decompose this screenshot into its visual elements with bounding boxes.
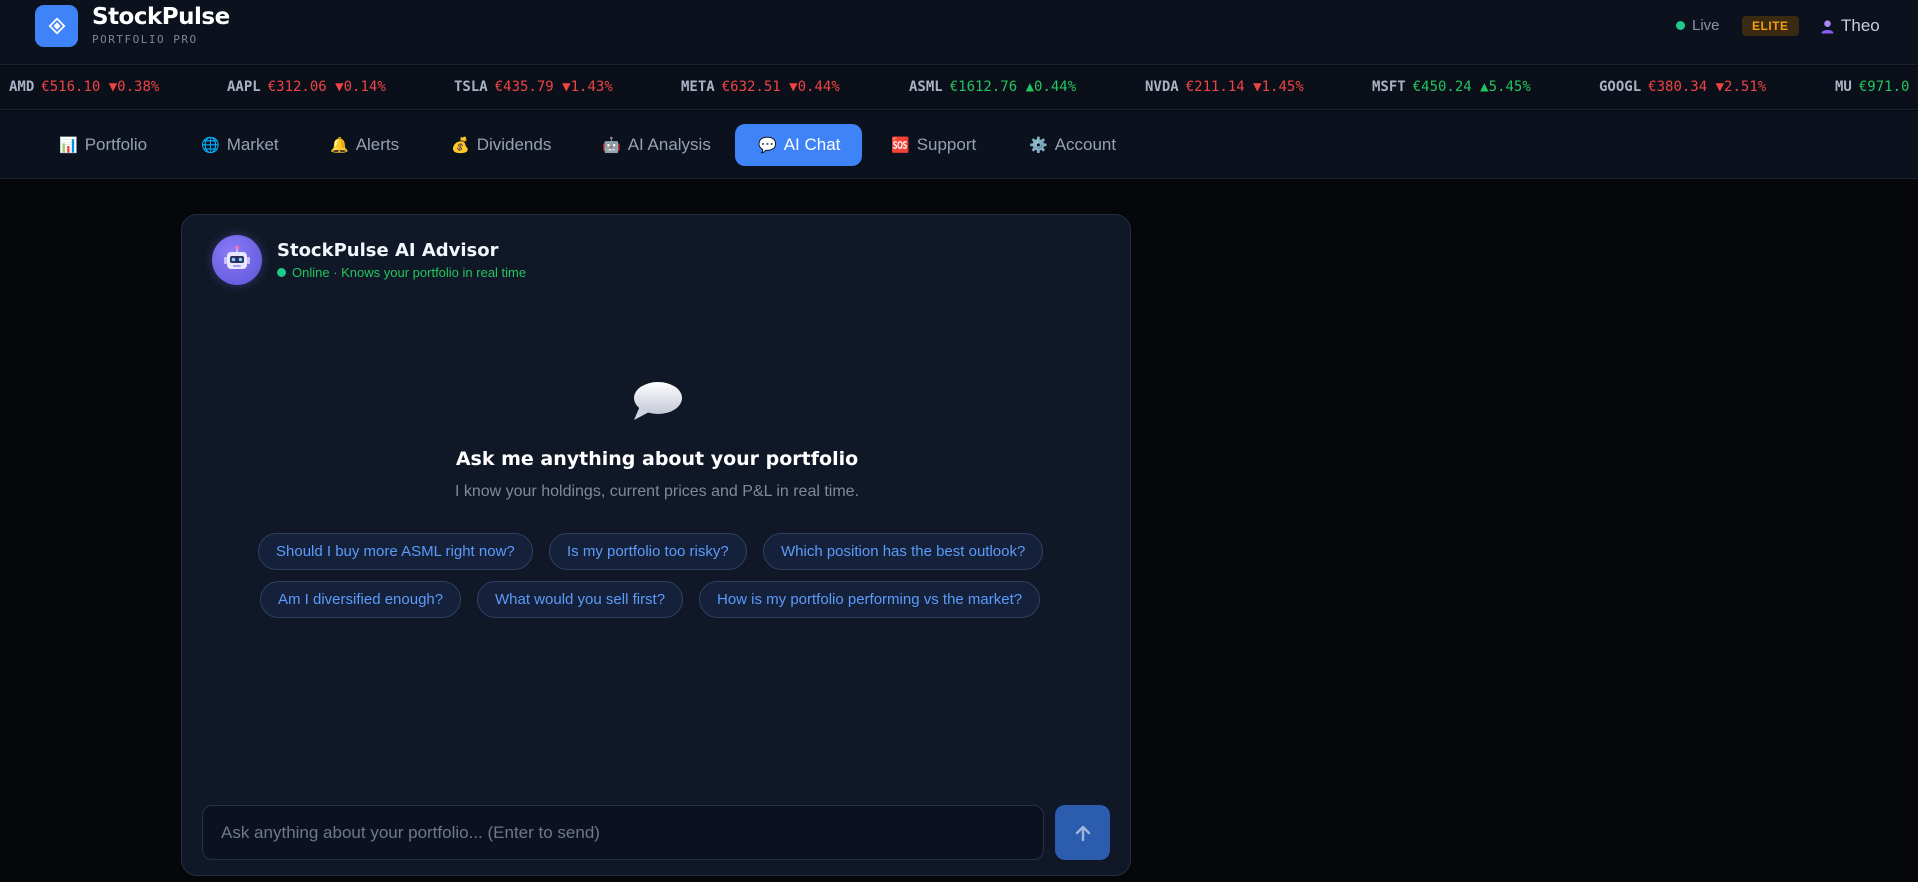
tab-label: Market — [226, 135, 279, 154]
bell-icon: 🔔 — [330, 137, 349, 154]
ticker-change: ▼0.14% — [335, 79, 386, 95]
chat-bubble-icon: 💬 — [758, 137, 777, 154]
live-dot-icon — [1676, 21, 1685, 30]
ticker-price: €211.14 — [1185, 79, 1245, 95]
empty-state-title: Ask me anything about your portfolio — [455, 448, 859, 470]
speech-bubble-icon — [634, 382, 682, 420]
tab-alerts[interactable]: 🔔 Alerts — [318, 124, 411, 166]
ticker-symbol: AMD — [9, 79, 35, 95]
ticker-price: €312.06 — [267, 79, 327, 95]
suggestion-chip[interactable]: Am I diversified enough? — [260, 581, 462, 618]
tab-support[interactable]: 🆘 Support — [879, 124, 988, 166]
ticker-symbol: MU — [1835, 79, 1852, 95]
ticker-price: €971.0 — [1858, 79, 1910, 95]
ticker-item[interactable]: AMD €516.10 ▼0.38% — [9, 79, 159, 95]
ticker-price: €380.34 — [1648, 79, 1708, 95]
tab-label: Portfolio — [84, 135, 148, 154]
ticker-change: ▼0.38% — [108, 79, 160, 95]
sos-icon: 🆘 — [891, 137, 910, 154]
ticker-change: ▼1.45% — [1253, 79, 1304, 95]
globe-icon: 🌐 — [201, 137, 220, 154]
advisor-status-text: Online · Knows your portfolio in real ti… — [292, 265, 527, 280]
bar-chart-icon: 📊 — [59, 137, 78, 154]
ticker-item[interactable]: ASML €1612.76 ▲0.44% — [909, 79, 1076, 95]
ticker-change: ▲0.44% — [1025, 79, 1077, 95]
tab-account[interactable]: ⚙️ Account — [1017, 124, 1128, 166]
brand-logo[interactable] — [35, 5, 78, 47]
ticker-price: €516.10 — [41, 79, 101, 95]
ticker-symbol: AAPL — [227, 79, 261, 95]
ticker-change: ▼2.51% — [1715, 79, 1767, 95]
tab-label: Dividends — [476, 135, 552, 154]
live-status: Live — [1676, 17, 1720, 34]
ticker-change: ▲5.45% — [1480, 79, 1531, 95]
brand-name: StockPulse — [92, 4, 230, 30]
online-dot-icon — [277, 268, 286, 277]
user-name: Theo — [1841, 16, 1880, 35]
ticker-symbol: MSFT — [1372, 79, 1406, 95]
advisor-name: StockPulse AI Advisor — [277, 240, 499, 261]
user-menu[interactable]: Theo — [1820, 16, 1880, 36]
ticker-price: €632.51 — [721, 79, 781, 95]
ticker-symbol: NVDA — [1145, 79, 1179, 95]
arrow-up-icon — [1075, 825, 1090, 841]
tab-label: Alerts — [355, 135, 400, 154]
empty-state-subtitle: I know your holdings, current prices and… — [454, 483, 860, 500]
tab-label: Account — [1054, 135, 1117, 154]
money-bag-icon: 💰 — [451, 137, 470, 154]
ticker-item[interactable]: MU €971.0 — [1835, 79, 1909, 95]
tab-portfolio[interactable]: 📊 Portfolio — [47, 124, 159, 166]
ticker-price: €1612.76 — [949, 79, 1018, 95]
suggestion-chip[interactable]: Which position has the best outlook? — [763, 533, 1044, 570]
ticker-symbol: GOOGL — [1599, 79, 1642, 95]
tab-label: AI Analysis — [627, 135, 711, 154]
ticker-symbol: META — [681, 79, 715, 95]
robot-icon — [224, 245, 250, 269]
suggestion-chip[interactable]: Is my portfolio too risky? — [549, 533, 747, 570]
robot-icon: 🤖 — [602, 137, 621, 154]
ticker-symbol: TSLA — [454, 79, 488, 95]
ticker-change: ▼1.43% — [562, 79, 613, 95]
ticker-item[interactable]: META €632.51 ▼0.44% — [681, 79, 840, 95]
ticker-item[interactable]: GOOGL €380.34 ▼2.51% — [1599, 79, 1766, 95]
plan-badge: ELITE — [1742, 16, 1799, 36]
top-bar: StockPulse PORTFOLIO PRO Live ELITE Theo — [0, 0, 1918, 65]
ticker-item[interactable]: AAPL €312.06 ▼0.14% — [227, 79, 386, 95]
ticker-item[interactable]: NVDA €211.14 ▼1.45% — [1145, 79, 1304, 95]
ticker-price: €450.24 — [1412, 79, 1472, 95]
advisor-status: Online · Knows your portfolio in real ti… — [277, 265, 526, 280]
ticker-symbol: ASML — [909, 79, 943, 95]
brand-subtitle: PORTFOLIO PRO — [92, 33, 198, 46]
chat-panel: StockPulse AI Advisor Online · Knows you… — [181, 214, 1131, 876]
tab-label: AI Chat — [783, 135, 841, 154]
suggestion-chip[interactable]: What would you sell first? — [477, 581, 684, 618]
suggestion-chip[interactable]: How is my portfolio performing vs the ma… — [699, 581, 1041, 618]
gear-icon: ⚙️ — [1029, 137, 1048, 154]
tab-market[interactable]: 🌐 Market — [189, 124, 291, 166]
tab-label: Support — [916, 135, 977, 154]
tab-dividends[interactable]: 💰 Dividends — [439, 124, 563, 166]
user-icon — [1821, 19, 1834, 34]
live-label: Live — [1692, 17, 1720, 34]
advisor-avatar — [212, 235, 262, 285]
main-nav: 📊 Portfolio 🌐 Market 🔔 Alerts 💰 Dividend… — [0, 111, 1918, 179]
tab-ai-analysis[interactable]: 🤖 AI Analysis — [590, 124, 723, 166]
ticker-item[interactable]: MSFT €450.24 ▲5.45% — [1372, 79, 1531, 95]
suggestion-chip[interactable]: Should I buy more ASML right now? — [258, 533, 533, 570]
price-ticker: AMD €516.10 ▼0.38% AAPL €312.06 ▼0.14% TSL… — [0, 66, 1918, 110]
send-button[interactable] — [1055, 805, 1110, 860]
chat-input[interactable] — [202, 805, 1044, 860]
ticker-item[interactable]: TSLA €435.79 ▼1.43% — [454, 79, 613, 95]
ticker-price: €435.79 — [494, 79, 554, 95]
ticker-change: ▼0.44% — [789, 79, 840, 95]
diamond-icon — [48, 17, 65, 35]
tab-ai-chat[interactable]: 💬 AI Chat — [735, 124, 862, 166]
